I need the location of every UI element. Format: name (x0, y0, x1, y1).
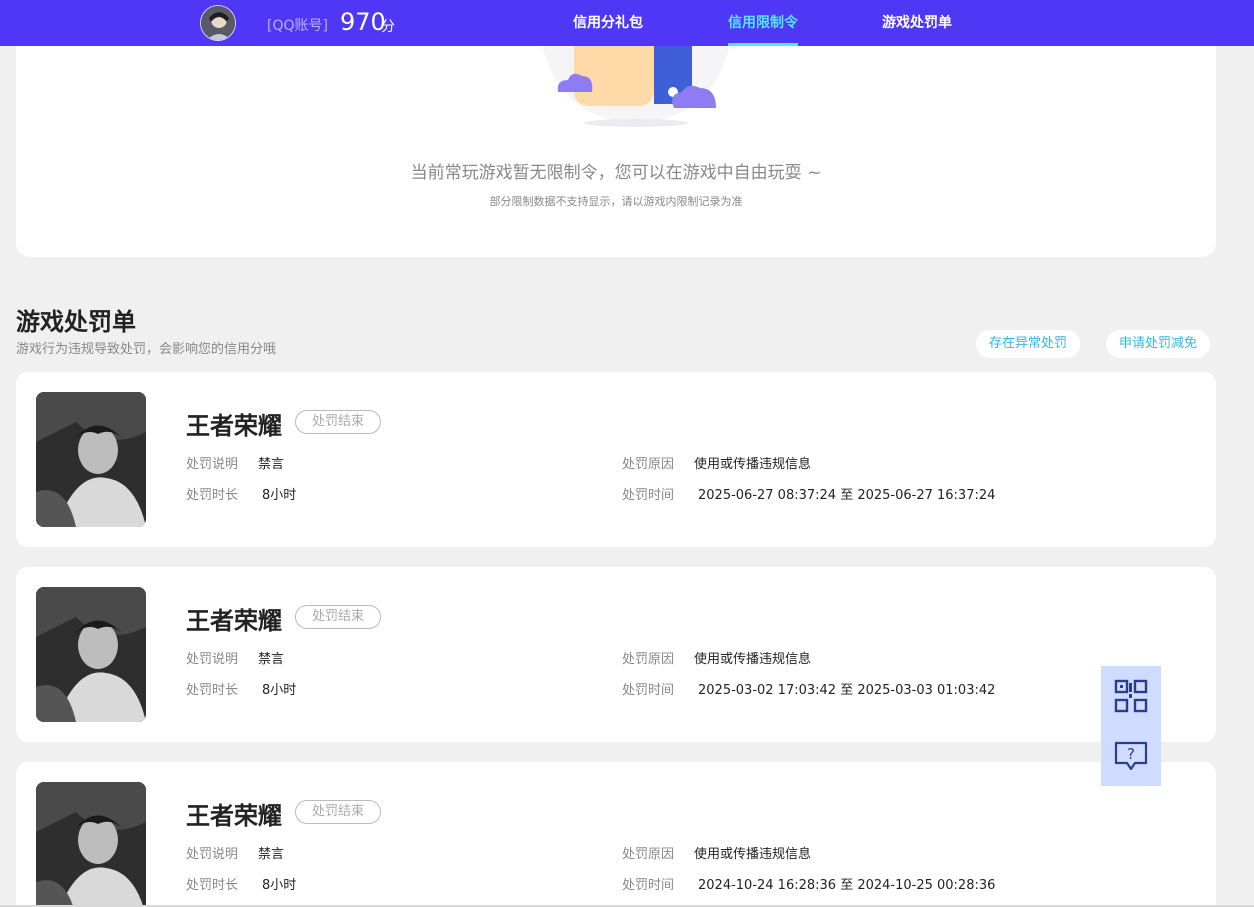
game-name: 王者荣耀 (186, 607, 282, 635)
section-title: 游戏处罚单 (16, 308, 136, 336)
penalty-time-value: 2024-10-24 16:28:36 至 2024-10-25 00:28:3… (698, 878, 996, 893)
penalty-card[interactable]: 王者荣耀 处罚结束 处罚说明 禁言 处罚时长 8小时 处罚原因 使用或传播违规信… (16, 372, 1216, 547)
status-badge: 处罚结束 (295, 410, 381, 434)
empty-state-title: 当前常玩游戏暂无限制令，您可以在游戏中自由玩耍 ~ (410, 163, 822, 183)
status-badge: 处罚结束 (295, 605, 381, 629)
empty-state-subtitle: 部分限制数据不支持显示，请以游戏内限制记录为准 (489, 195, 743, 208)
score-unit: 分 (381, 19, 395, 35)
penalty-duration-label: 处罚时长 (186, 488, 239, 503)
penalty-reason-value: 使用或传播违规信息 (694, 847, 812, 862)
tab-credit-gift[interactable]: 信用分礼包 (573, 0, 643, 46)
penalty-duration-label: 处罚时长 (186, 878, 239, 893)
section-subtitle: 游戏行为违规导致处罚，会影响您的信用分哦 (16, 342, 277, 357)
penalty-reason-value: 使用或传播违规信息 (694, 457, 812, 472)
penalty-duration-label: 处罚时长 (186, 683, 239, 698)
penalty-time-label: 处罚时间 (622, 683, 675, 698)
svg-text:?: ? (1127, 745, 1135, 763)
penalty-desc-value: 禁言 (258, 652, 285, 667)
penalty-reason-label: 处罚原因 (622, 847, 675, 862)
penalty-desc-label: 处罚说明 (186, 652, 239, 667)
tab-credit-restriction[interactable]: 信用限制令 (728, 0, 798, 46)
account-type: [QQ账号] (267, 18, 328, 34)
help-feedback-button[interactable]: ? (1101, 726, 1161, 786)
game-name: 王者荣耀 (186, 802, 282, 830)
penalty-desc-label: 处罚说明 (186, 457, 239, 472)
penalty-card[interactable]: 王者荣耀 处罚结束 处罚说明 禁言 处罚时长 8小时 处罚原因 使用或传播违规信… (16, 567, 1216, 742)
penalty-desc-value: 禁言 (258, 847, 285, 862)
game-name: 王者荣耀 (186, 412, 282, 440)
penalty-reason-label: 处罚原因 (622, 457, 675, 472)
penalty-duration-value: 8小时 (262, 878, 297, 893)
penalty-time-value: 2025-03-02 17:03:42 至 2025-03-03 01:03:4… (698, 683, 996, 698)
qr-code-button[interactable] (1101, 666, 1161, 726)
top-navbar: [QQ账号] 970 分 信用分礼包 信用限制令 游戏处罚单 (0, 0, 1254, 46)
credit-score: 970 (340, 8, 386, 36)
game-thumbnail (36, 782, 146, 907)
penalty-time-value: 2025-06-27 08:37:24 至 2025-06-27 16:37:2… (698, 488, 996, 503)
penalty-reason-value: 使用或传播违规信息 (694, 652, 812, 667)
help-chat-icon: ? (1114, 741, 1148, 771)
status-badge: 处罚结束 (295, 800, 381, 824)
penalty-duration-value: 8小时 (262, 683, 297, 698)
game-thumbnail (36, 392, 146, 527)
penalty-time-label: 处罚时间 (622, 878, 675, 893)
penalty-reason-label: 处罚原因 (622, 652, 675, 667)
penalty-card[interactable]: 王者荣耀 处罚结束 处罚说明 禁言 处罚时长 8小时 处罚原因 使用或传播违规信… (16, 762, 1216, 907)
tab-game-penalty[interactable]: 游戏处罚单 (882, 0, 952, 46)
qr-code-icon (1114, 679, 1148, 713)
apply-penalty-relief-button[interactable]: 申请处罚减免 (1106, 330, 1211, 358)
penalty-time-label: 处罚时间 (622, 488, 675, 503)
penalty-desc-label: 处罚说明 (186, 847, 239, 862)
abnormal-penalty-button[interactable]: 存在异常处罚 (976, 330, 1081, 358)
penalty-duration-value: 8小时 (262, 488, 297, 503)
penalty-desc-value: 禁言 (258, 457, 285, 472)
avatar[interactable] (200, 5, 236, 41)
game-thumbnail (36, 587, 146, 722)
